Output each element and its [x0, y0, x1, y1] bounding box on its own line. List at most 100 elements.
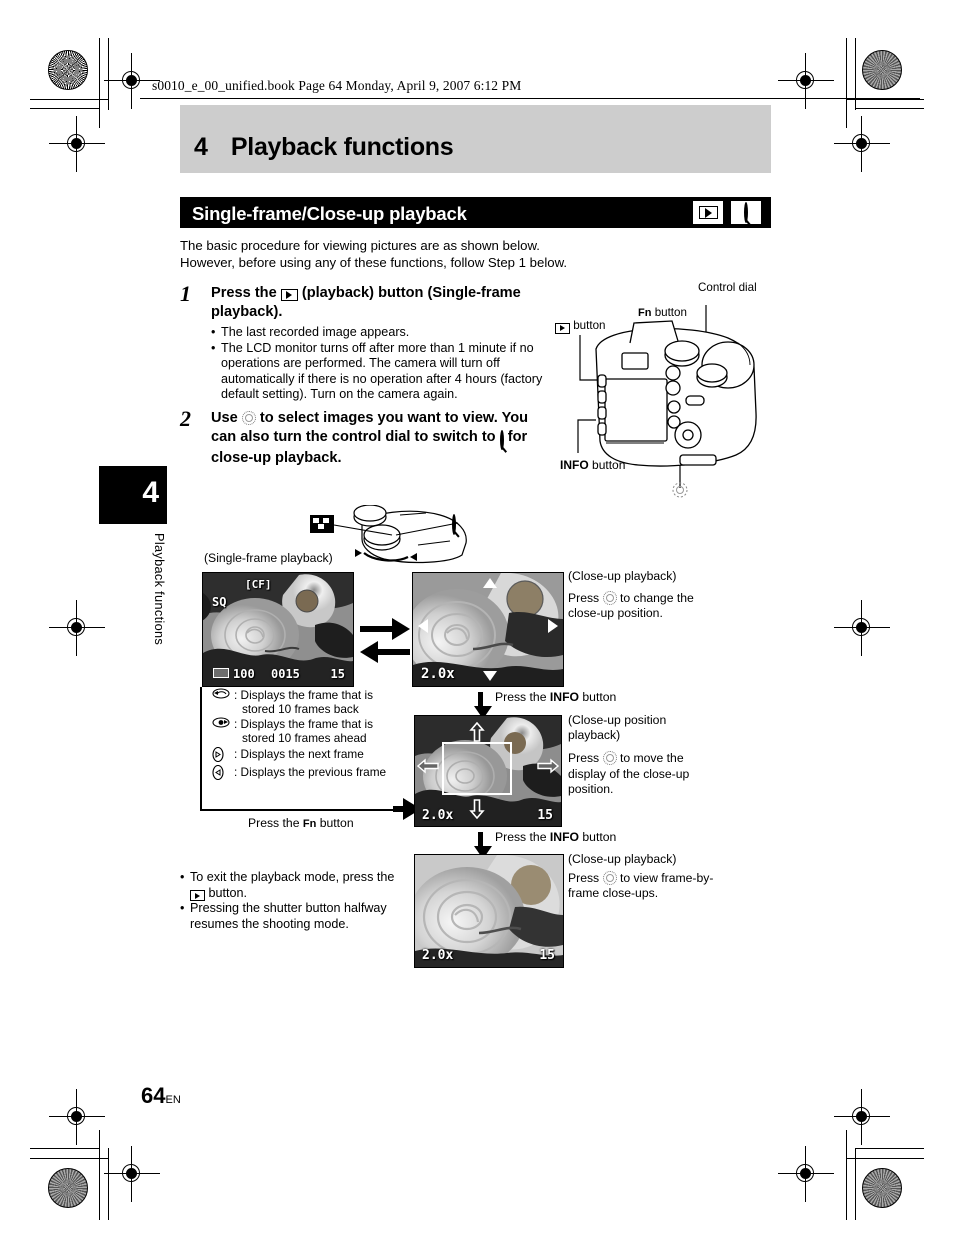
- panel-closeup-2: (Close-up playback) Press to view frame-…: [568, 852, 718, 902]
- arrow-pad-icon: [602, 871, 617, 886]
- press-info-label-1: Press the INFO button: [495, 690, 617, 704]
- registration-mark-upper-right: [834, 116, 890, 172]
- info-bold: INFO: [549, 690, 579, 704]
- lcd-closeup-playback-2: 2.0x 15: [414, 854, 564, 968]
- registration-mark-upper-left: [49, 116, 105, 172]
- panel-closeup-1-text: Press to change the close-up position.: [568, 591, 694, 621]
- crop-line: [99, 1130, 100, 1220]
- lcd-zoom-level: 2.0x: [421, 666, 455, 682]
- crop-line: [108, 38, 109, 110]
- list-item: • Pressing the shutter button halfway re…: [180, 901, 405, 932]
- header-rule: [140, 98, 920, 99]
- crop-line: [108, 1148, 109, 1220]
- crop-line: [99, 38, 100, 128]
- lcd-frame-number: 15: [330, 667, 345, 681]
- lcd-arrow-down-icon: [483, 671, 497, 681]
- leader-playback: [579, 335, 598, 381]
- label-fn-bold: Fn: [638, 307, 652, 319]
- chapter-tab-text: Playback functions: [152, 533, 167, 646]
- magnifier-icon: [452, 513, 460, 538]
- list-item: • To exit the playback mode, press the b…: [180, 870, 395, 902]
- registration-mark-bottom-left: [104, 1146, 160, 1202]
- crop-line: [846, 38, 847, 128]
- lcd-card-indicator: [CF]: [245, 578, 272, 591]
- crop-line: [856, 108, 924, 109]
- section-intro-line1: The basic procedure for viewing pictures…: [180, 238, 540, 253]
- lcd-closeup-playback: 2.0x: [412, 572, 564, 687]
- crop-line: [30, 1158, 108, 1159]
- step-2-heading-a: Use: [211, 410, 238, 426]
- lcd-battery-icon: [213, 668, 229, 678]
- lcd-arrow-left-icon: [418, 619, 428, 633]
- panel-closeup-2-caption: (Close-up playback): [568, 852, 677, 866]
- label-info-button: INFO button: [560, 458, 626, 472]
- chapter-tab: 4: [99, 466, 167, 524]
- press-info-label-2: Press the INFO button: [495, 830, 617, 844]
- step-2-number: 2: [180, 406, 191, 431]
- panel-closeup-2-text: Press to view frame-by-frame close-ups.: [568, 871, 714, 901]
- crop-line: [846, 99, 924, 100]
- single-frame-caption: (Single-frame playback): [204, 551, 333, 565]
- registration-mark-mid-left: [49, 600, 105, 656]
- list-item: : Displays the next frame: [212, 746, 422, 765]
- chapter-title-bar: 4 Playback functions: [180, 105, 771, 173]
- section-title: Single-frame/Close-up playback: [192, 203, 467, 224]
- crop-line: [30, 99, 108, 100]
- magnifier-icon: [731, 201, 761, 226]
- list-item: : Displays the frame that is stored 10 f…: [212, 717, 422, 746]
- arrow-pad-icon: [602, 751, 617, 766]
- lcd-arrow-up-icon: [483, 578, 497, 588]
- list-item: • The LCD monitor turns off after more t…: [211, 341, 556, 403]
- page-language: EN: [165, 1094, 181, 1106]
- lcd-frame-number: 15: [539, 948, 555, 963]
- lcd-arrow-right-solid-icon: [537, 758, 560, 779]
- label-fn-button: Fn button: [638, 306, 687, 319]
- magnifier-icon: [499, 429, 507, 453]
- arrow-pad-icon: [241, 411, 256, 425]
- section-intro-line2: However, before using any of these funct…: [180, 255, 568, 270]
- registration-mark-lower-right: [834, 1089, 890, 1145]
- lcd-quality-indicator: SQ: [212, 595, 227, 609]
- lcd-arrow-up-outline-icon: [469, 721, 485, 747]
- registration-mark-mid-right: [834, 600, 890, 656]
- chapter-tab-number: 4: [142, 476, 159, 509]
- page-number: 64EN: [141, 1083, 181, 1108]
- registration-starburst-bottom-left: [48, 1168, 88, 1208]
- camera-diagram: Control dial Fn button button INFO butto…: [555, 281, 775, 508]
- index-playback-icon: [310, 515, 334, 533]
- footer-bullet-2: Pressing the shutter button halfway resu…: [190, 901, 387, 931]
- section-intro: The basic procedure for viewing pictures…: [180, 237, 600, 271]
- registration-mark-lower-left: [49, 1089, 105, 1145]
- jump-ahead-10-icon: [212, 717, 234, 746]
- legend-list: : Displays the frame that is stored 10 f…: [212, 688, 422, 783]
- fn-bold: Fn: [302, 818, 317, 830]
- chapter-title: Playback functions: [230, 133, 454, 161]
- label-control-dial: Control dial: [698, 281, 757, 294]
- lcd-file-number: 0015: [271, 667, 300, 681]
- press-fn-label: Press the Fn button: [248, 816, 354, 830]
- label-info-bold: INFO: [560, 458, 589, 472]
- crop-line: [846, 1130, 847, 1220]
- lcd-arrow-down-outline-icon: [469, 799, 485, 824]
- registration-starburst-bottom-right: [862, 1168, 902, 1208]
- list-item: : Displays the previous frame: [212, 764, 422, 783]
- playback-icon: [190, 890, 205, 902]
- playback-icon: [555, 322, 570, 334]
- playback-icon: [280, 289, 298, 301]
- panel-closeup-position: (Close-up position playback) Press to mo…: [568, 713, 720, 797]
- crop-line: [856, 1148, 924, 1149]
- lcd-arrow-left-solid-icon: [416, 758, 439, 779]
- step-1-heading: Press the (playback) button (Single-fram…: [211, 284, 531, 321]
- registration-starburst-top-left: [48, 50, 88, 90]
- playback-icon: [693, 201, 723, 224]
- step-2-heading-b: to select images you want to view. You c…: [211, 410, 529, 445]
- list-item: : Displays the frame that is stored 10 f…: [212, 688, 422, 717]
- crop-line: [30, 1148, 100, 1149]
- registration-mark-top-right: [778, 53, 834, 109]
- step-2-heading: Use to select images you want to view. Y…: [211, 409, 556, 468]
- crop-line: [30, 108, 100, 109]
- crop-line: [846, 1158, 924, 1159]
- arrow-pad-icon: [602, 591, 617, 606]
- info-bold: INFO: [549, 830, 579, 844]
- lcd-position-frame: [442, 742, 512, 795]
